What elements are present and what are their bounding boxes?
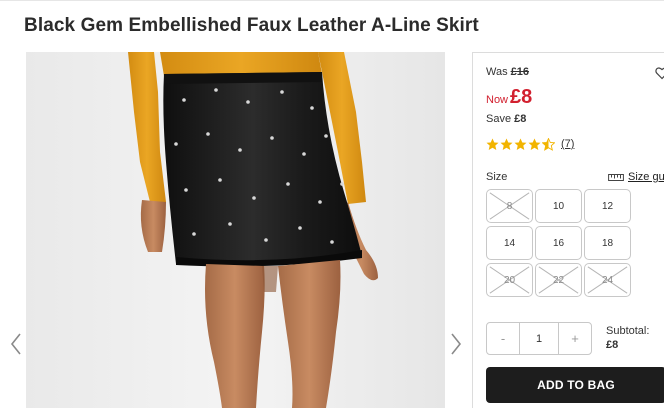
- size-guide-label: Size gu: [628, 171, 664, 183]
- product-title: Black Gem Embellished Faux Leather A-Lin…: [24, 15, 479, 36]
- quantity-decrease-button[interactable]: -: [487, 323, 519, 354]
- star-half-icon: [542, 137, 555, 151]
- heart-icon[interactable]: [655, 66, 664, 80]
- was-label: Was: [486, 66, 508, 78]
- quantity-input[interactable]: 1: [519, 323, 559, 354]
- size-option-14[interactable]: 14: [486, 226, 533, 260]
- size-option-24: 24: [584, 263, 631, 297]
- size-option-label: 18: [601, 237, 614, 249]
- size-option-label: 14: [503, 237, 516, 249]
- size-option-10[interactable]: 10: [535, 189, 582, 223]
- star-icon: [528, 138, 541, 150]
- subtotal-label: Subtotal:: [606, 325, 650, 337]
- quantity-stepper: - 1 +: [486, 322, 592, 355]
- star-rating[interactable]: (7): [486, 137, 574, 151]
- product-photo-illustration: [26, 52, 445, 408]
- size-option-20: 20: [486, 263, 533, 297]
- gallery-prev-button[interactable]: [9, 331, 23, 357]
- size-option-label: 8: [506, 200, 513, 212]
- size-option-label: 22: [552, 274, 565, 286]
- size-option-label: 24: [601, 274, 614, 286]
- size-option-22: 22: [535, 263, 582, 297]
- ruler-icon: [608, 173, 624, 181]
- size-option-12[interactable]: 12: [584, 189, 631, 223]
- star-icon: [514, 138, 527, 150]
- now-label: Now: [486, 94, 509, 106]
- was-price: Was £16: [486, 66, 529, 78]
- gallery-next-button[interactable]: [449, 331, 463, 357]
- now-price: Now £8: [486, 86, 532, 109]
- size-guide-link[interactable]: Size gu: [608, 171, 664, 183]
- size-option-18[interactable]: 18: [584, 226, 631, 260]
- quantity-increase-button[interactable]: +: [559, 323, 591, 354]
- size-option-8: 8: [486, 189, 533, 223]
- save-amount-text: Save £8: [486, 113, 526, 125]
- review-count-link[interactable]: (7): [561, 138, 574, 150]
- save-label: Save: [486, 113, 512, 125]
- size-option-label: 16: [552, 237, 565, 249]
- size-option-label: 20: [503, 274, 516, 286]
- product-image[interactable]: [26, 52, 445, 408]
- star-icon: [500, 138, 513, 150]
- top-divider: [0, 0, 664, 1]
- size-selector: 8 10 12 14 16 18 20 22 24: [486, 189, 636, 297]
- add-to-bag-button[interactable]: ADD TO BAG: [486, 367, 664, 403]
- was-amount: £16: [510, 66, 530, 78]
- chevron-right-icon: [451, 333, 462, 355]
- now-amount: £8: [510, 86, 533, 108]
- size-option-16[interactable]: 16: [535, 226, 582, 260]
- star-icon: [486, 138, 499, 150]
- subtotal: Subtotal: £8: [606, 324, 649, 352]
- size-label: Size: [486, 171, 508, 183]
- size-option-label: 10: [552, 200, 565, 212]
- save-amount: £8: [514, 113, 527, 125]
- size-option-label: 12: [601, 200, 614, 212]
- subtotal-amount: £8: [606, 339, 619, 351]
- chevron-left-icon: [10, 333, 21, 355]
